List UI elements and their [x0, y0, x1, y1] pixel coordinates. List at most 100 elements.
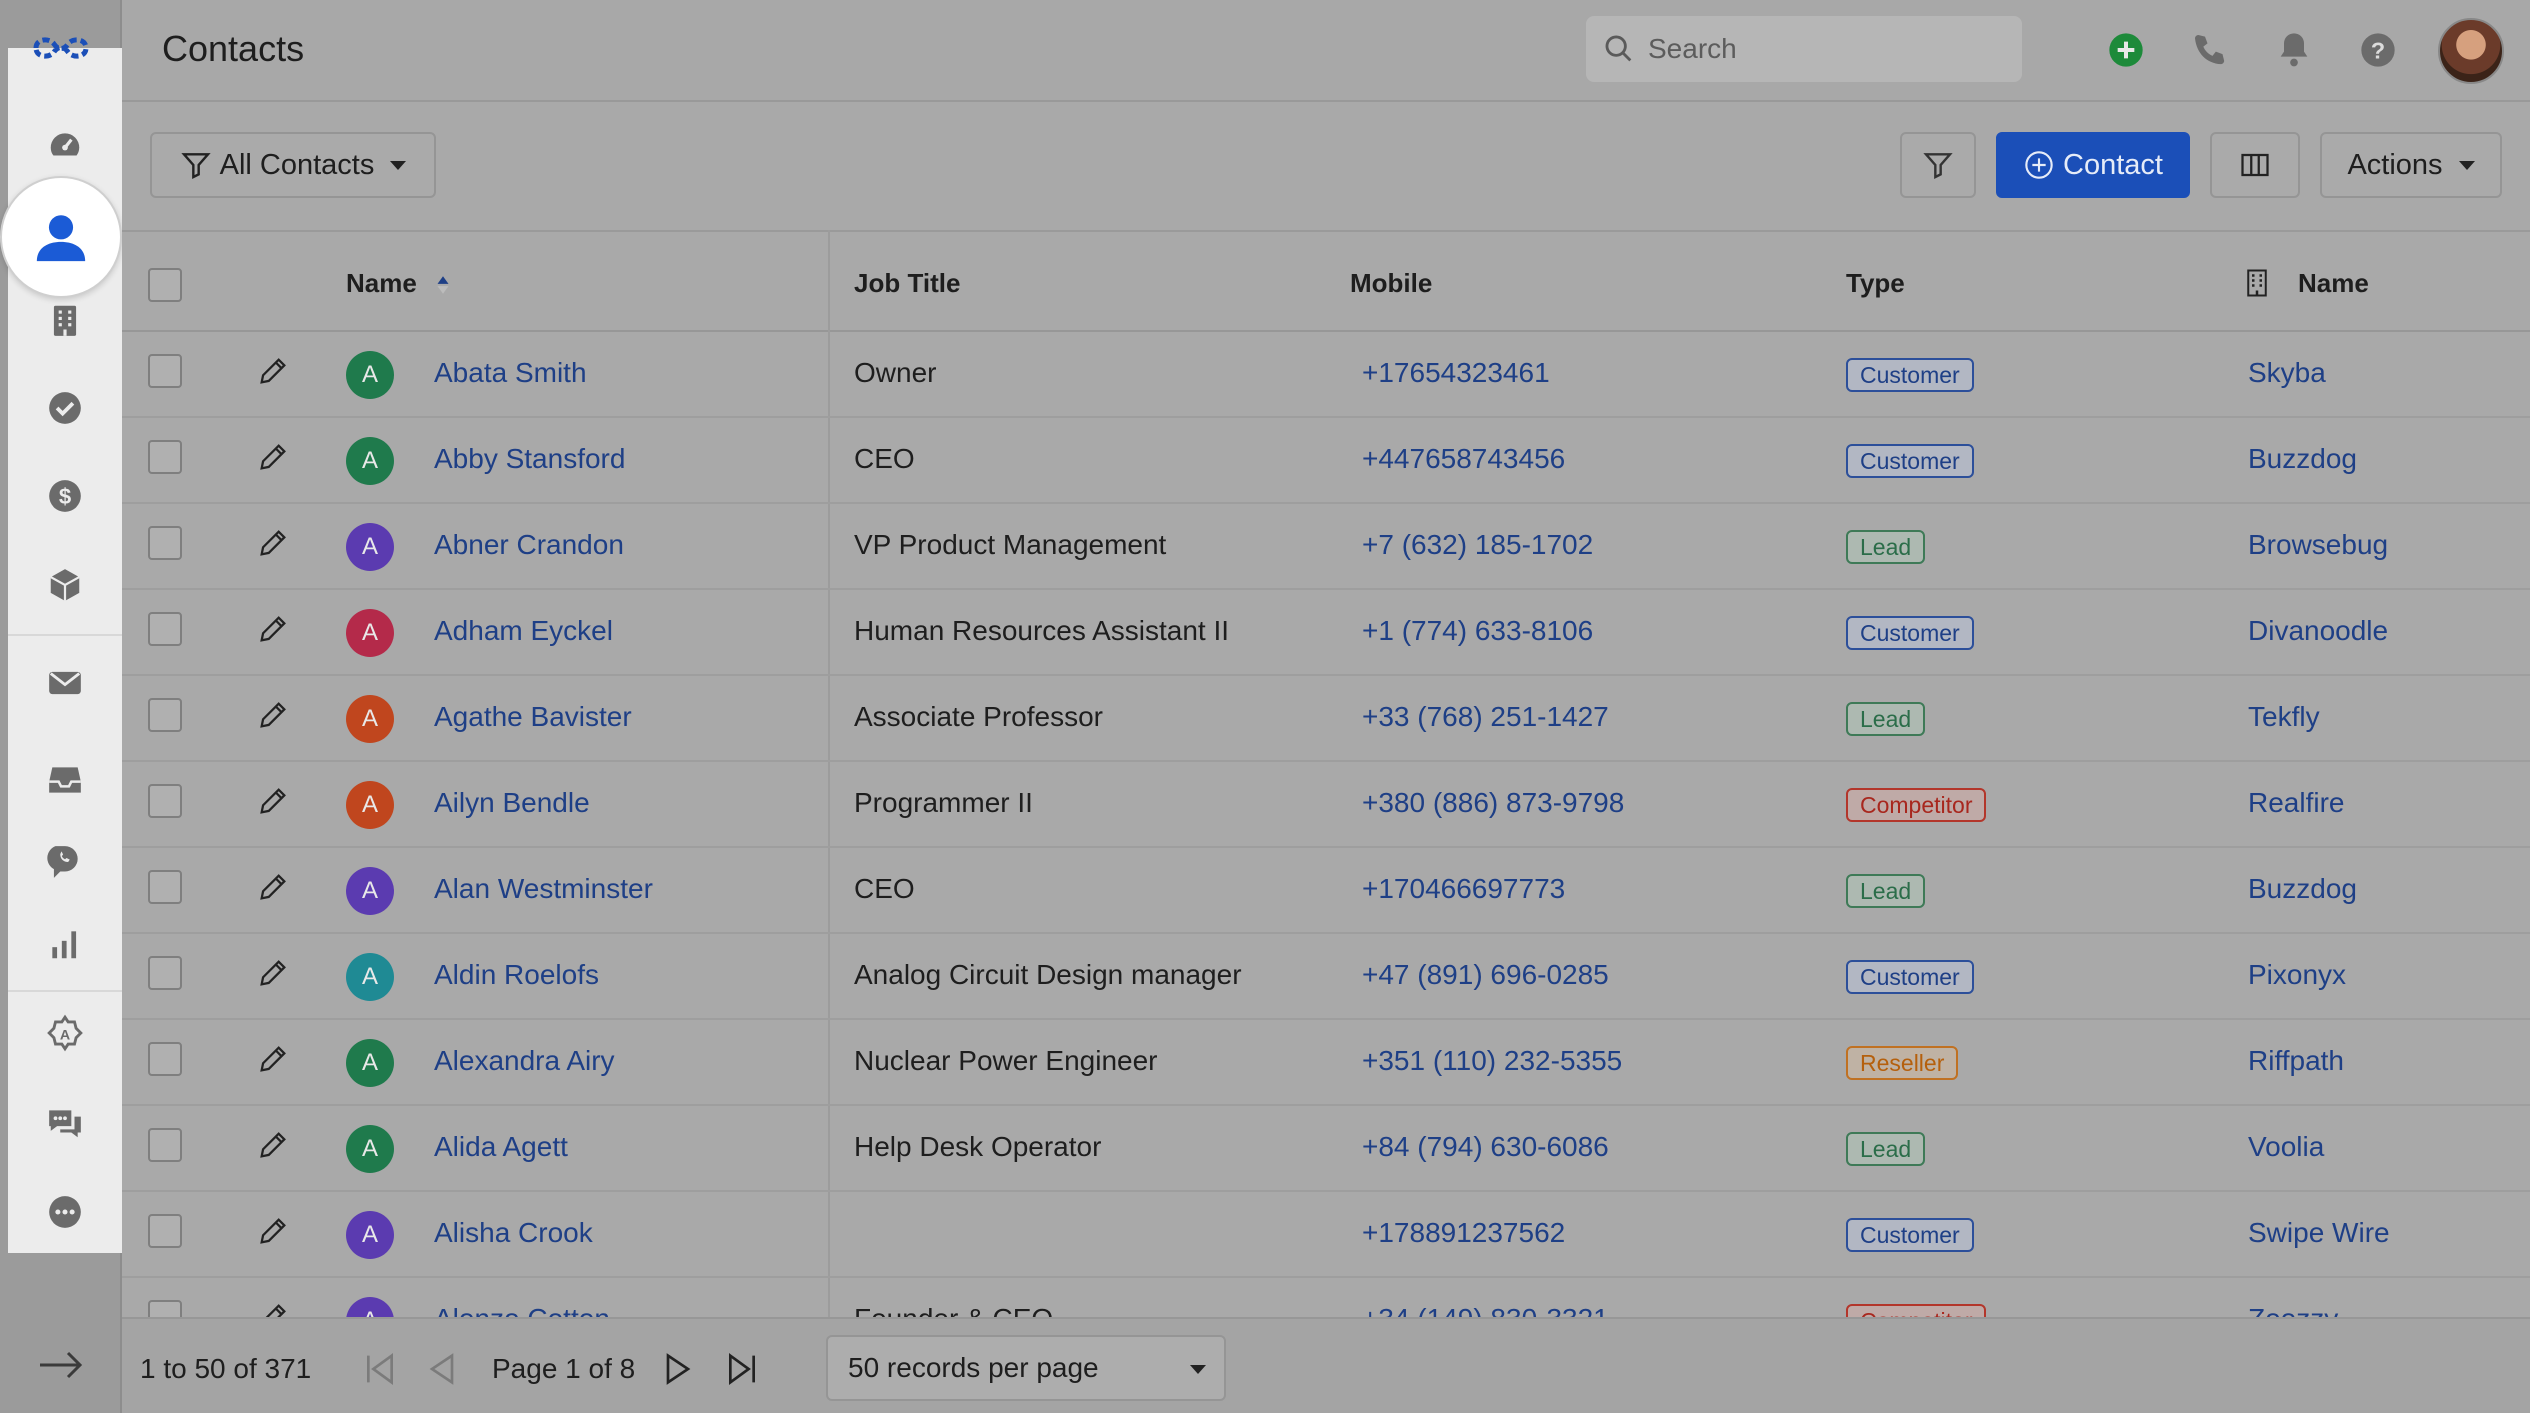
table-row[interactable]: A Abata Smith Owner +17654323461 Skyba Custom…	[122, 332, 2530, 418]
edit-pencil-icon[interactable]	[256, 1128, 290, 1162]
nav-tasks[interactable]	[8, 368, 122, 448]
avatar[interactable]	[2438, 18, 2504, 84]
table-row[interactable]: A Alexandra Airy Nuclear Power Engineer +35…	[122, 1020, 2530, 1106]
actions-button[interactable]: Actions	[2320, 132, 2502, 198]
contact-name-link[interactable]: Abata Smith	[434, 357, 587, 389]
logo[interactable]	[28, 30, 94, 66]
last-page-icon[interactable]	[722, 1349, 762, 1389]
row-checkbox[interactable]	[148, 1300, 182, 1317]
table-row[interactable]: A Abby Stansford CEO +447658743456 Buzzdog Cu…	[122, 418, 2530, 504]
table-row[interactable]: A Aldin Roelofs Analog Circuit Design mana…	[122, 934, 2530, 1020]
contact-name-link[interactable]: Abner Crandon	[434, 529, 624, 561]
view-selector[interactable]: All Contacts	[150, 132, 436, 198]
contact-name-link[interactable]: Agathe Bavister	[434, 701, 632, 733]
edit-pencil-icon[interactable]	[256, 612, 290, 646]
records-per-page-select[interactable]: 50 records per page	[826, 1335, 1226, 1401]
company-link[interactable]: Buzzdog	[2248, 443, 2357, 475]
next-page-icon[interactable]	[658, 1349, 698, 1389]
nav-ai[interactable]: A	[8, 993, 122, 1073]
column-header-mobile[interactable]: Mobile	[1350, 268, 1432, 299]
mobile-link[interactable]: +447658743456	[1362, 443, 1565, 475]
mobile-link[interactable]: +84 (794) 630-6086	[1362, 1131, 1609, 1163]
edit-pencil-icon[interactable]	[256, 870, 290, 904]
contact-name-link[interactable]: Alan Westminster	[434, 873, 653, 905]
column-header-type[interactable]: Type	[1846, 268, 1905, 299]
mobile-link[interactable]: +17654323461	[1362, 357, 1550, 389]
table-row[interactable]: A Abner Crandon VP Product Management +7 (6…	[122, 504, 2530, 590]
column-header-job-title[interactable]: Job Title	[854, 268, 960, 299]
edit-pencil-icon[interactable]	[256, 1214, 290, 1248]
mobile-link[interactable]: +380 (886) 873-9798	[1362, 787, 1624, 819]
company-link[interactable]: Tekfly	[2248, 701, 2320, 733]
mobile-link[interactable]: +170466697773	[1362, 873, 1565, 905]
edit-pencil-icon[interactable]	[256, 526, 290, 560]
company-link[interactable]: Divanoodle	[2248, 615, 2388, 647]
columns-button[interactable]	[2210, 132, 2300, 198]
row-checkbox[interactable]	[148, 1214, 182, 1248]
table-row[interactable]: A Adham Eyckel Human Resources Assistant I…	[122, 590, 2530, 676]
row-checkbox[interactable]	[148, 440, 182, 474]
edit-pencil-icon[interactable]	[256, 354, 290, 388]
row-checkbox[interactable]	[148, 784, 182, 818]
contact-name-link[interactable]: Aldin Roelofs	[434, 959, 599, 991]
table-row[interactable]: A Alisha Crook +178891237562 Swipe Wire Cust…	[122, 1192, 2530, 1278]
contact-name-link[interactable]: Adham Eyckel	[434, 615, 613, 647]
contact-name-link[interactable]: Alonzo Cotton	[434, 1303, 610, 1317]
select-all-checkbox[interactable]	[148, 268, 182, 302]
row-checkbox[interactable]	[148, 1128, 182, 1162]
phone-icon[interactable]	[2190, 30, 2230, 70]
search-box[interactable]	[1586, 16, 2022, 82]
mobile-link[interactable]: +1 (774) 633-8106	[1362, 615, 1593, 647]
nav-reports[interactable]	[8, 904, 122, 984]
edit-pencil-icon[interactable]	[256, 956, 290, 990]
company-link[interactable]: Buzzdog	[2248, 873, 2357, 905]
company-link[interactable]: Skyba	[2248, 357, 2326, 389]
mobile-link[interactable]: +7 (632) 185-1702	[1362, 529, 1593, 561]
column-header-name[interactable]: Name	[346, 268, 450, 299]
table-row[interactable]: A Alonzo Cotton Founder & CEO +34 (149) 830…	[122, 1278, 2530, 1317]
edit-pencil-icon[interactable]	[256, 784, 290, 818]
nav-dashboard[interactable]	[8, 106, 122, 186]
nav-inbox[interactable]	[8, 740, 122, 820]
table-row[interactable]: A Agathe Bavister Associate Professor +33 (…	[122, 676, 2530, 762]
row-checkbox[interactable]	[148, 870, 182, 904]
contact-name-link[interactable]: Alisha Crook	[434, 1217, 593, 1249]
filter-button[interactable]	[1900, 132, 1976, 198]
row-checkbox[interactable]	[148, 612, 182, 646]
search-input[interactable]	[1648, 33, 2008, 65]
contact-name-link[interactable]: Ailyn Bendle	[434, 787, 590, 819]
help-icon[interactable]: ?	[2358, 30, 2398, 70]
prev-page-icon[interactable]	[422, 1349, 462, 1389]
company-link[interactable]: Zoozzy	[2248, 1303, 2338, 1317]
row-checkbox[interactable]	[148, 1042, 182, 1076]
nav-products[interactable]	[8, 545, 122, 625]
edit-pencil-icon[interactable]	[256, 1300, 290, 1317]
nav-more[interactable]	[8, 1172, 122, 1252]
edit-pencil-icon[interactable]	[256, 698, 290, 732]
company-link[interactable]: Pixonyx	[2248, 959, 2346, 991]
mobile-link[interactable]: +34 (149) 830-3321	[1362, 1303, 1609, 1317]
edit-pencil-icon[interactable]	[256, 440, 290, 474]
nav-deals[interactable]: $	[8, 456, 122, 536]
add-contact-button[interactable]: Contact	[1996, 132, 2190, 198]
arrow-right-icon[interactable]	[36, 1345, 86, 1385]
table-row[interactable]: A Ailyn Bendle Programmer II +380 (886) 873…	[122, 762, 2530, 848]
mobile-link[interactable]: +47 (891) 696-0285	[1362, 959, 1609, 991]
company-link[interactable]: Voolia	[2248, 1131, 2324, 1163]
company-link[interactable]: Browsebug	[2248, 529, 2388, 561]
mobile-link[interactable]: +351 (110) 232-5355	[1362, 1045, 1622, 1077]
nav-calls[interactable]	[8, 822, 122, 902]
contact-name-link[interactable]: Alexandra Airy	[434, 1045, 615, 1077]
company-link[interactable]: Realfire	[2248, 787, 2344, 819]
contact-name-link[interactable]: Abby Stansford	[434, 443, 625, 475]
row-checkbox[interactable]	[148, 526, 182, 560]
row-checkbox[interactable]	[148, 698, 182, 732]
add-icon[interactable]	[2106, 30, 2146, 70]
company-link[interactable]: Swipe Wire	[2248, 1217, 2390, 1249]
nav-conversations[interactable]	[8, 1083, 122, 1163]
row-checkbox[interactable]	[148, 956, 182, 990]
contact-name-link[interactable]: Alida Agett	[434, 1131, 568, 1163]
mobile-link[interactable]: +178891237562	[1362, 1217, 1565, 1249]
nav-mail[interactable]	[8, 643, 122, 723]
mobile-link[interactable]: +33 (768) 251-1427	[1362, 701, 1609, 733]
